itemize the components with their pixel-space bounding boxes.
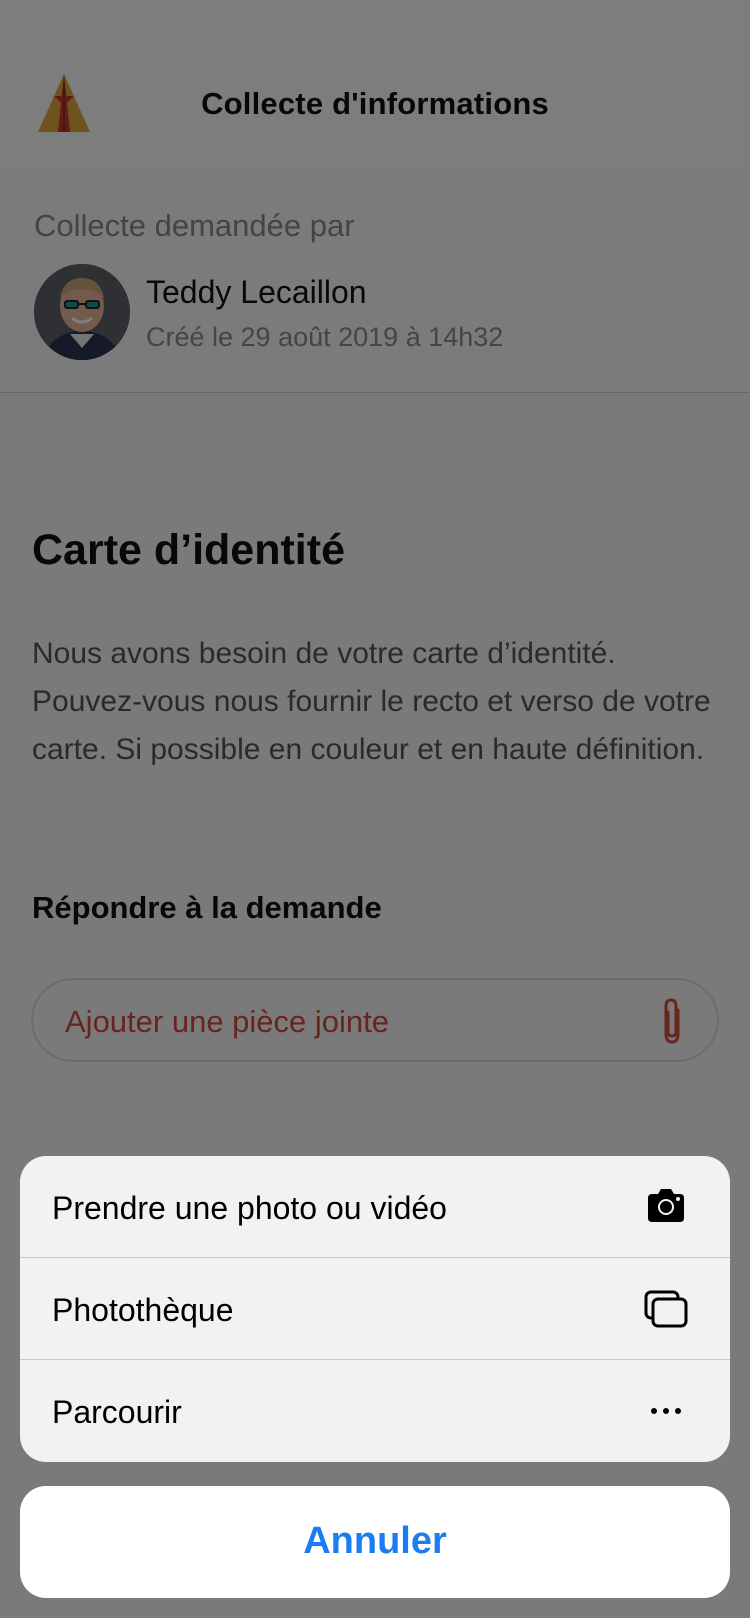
action-browse[interactable]: Parcourir <box>20 1360 730 1462</box>
action-sheet: Prendre une photo ou vidéo Photothèque P… <box>20 1156 730 1462</box>
screen: Collecte d'informations Collecte demandé… <box>0 0 750 1618</box>
camera-icon <box>648 1189 684 1222</box>
action-photo-library-label: Photothèque <box>52 1292 234 1328</box>
photo-library-icon <box>644 1290 688 1328</box>
action-take-photo[interactable]: Prendre une photo ou vidéo <box>20 1156 730 1258</box>
action-take-photo-label: Prendre une photo ou vidéo <box>52 1190 447 1226</box>
more-icon <box>651 1408 681 1414</box>
action-browse-label: Parcourir <box>52 1394 182 1430</box>
cancel-button[interactable]: Annuler <box>20 1486 730 1598</box>
cancel-button-label: Annuler <box>303 1520 447 1562</box>
action-photo-library[interactable]: Photothèque <box>20 1258 730 1360</box>
